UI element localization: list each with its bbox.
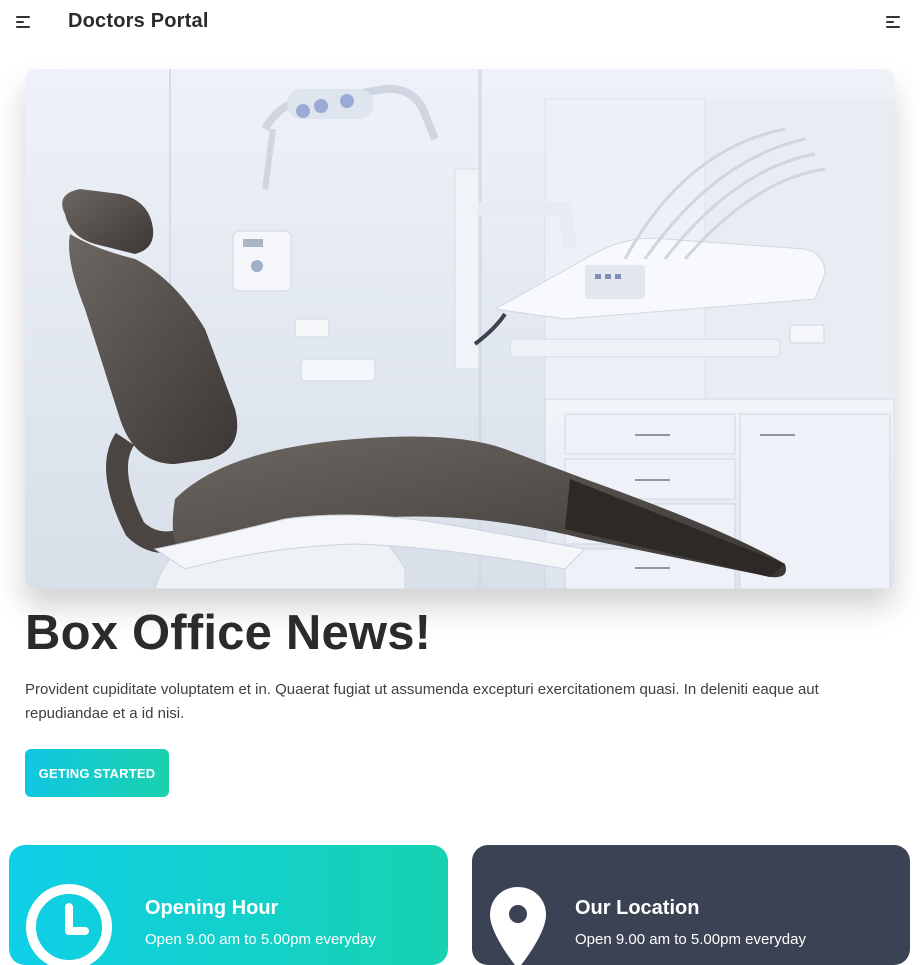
card-text: Open 9.00 am to 5.00pm everyday	[145, 931, 376, 948]
hero-description: Provident cupiditate voluptatem et in. Q…	[25, 681, 819, 722]
menu-icon[interactable]	[15, 14, 33, 30]
menu-icon[interactable]	[885, 14, 903, 30]
brand-title[interactable]: Doctors Portal	[68, 10, 209, 33]
navbar: Doctors Portal	[0, 0, 920, 44]
location-card: Our Location Open 9.00 am to 5.00pm ever…	[472, 845, 910, 965]
hero-title: Box Office News!	[25, 606, 432, 660]
card-title: Opening Hour	[145, 897, 279, 919]
get-started-button[interactable]: GETING STARTED	[25, 749, 169, 797]
hero-image	[25, 69, 894, 589]
location-pin-icon	[488, 883, 548, 965]
opening-hour-card: Opening Hour Open 9.00 am to 5.00pm ever…	[9, 845, 448, 965]
card-text: Open 9.00 am to 5.00pm everyday	[575, 931, 806, 948]
card-title: Our Location	[575, 897, 700, 919]
clock-icon	[25, 883, 115, 965]
